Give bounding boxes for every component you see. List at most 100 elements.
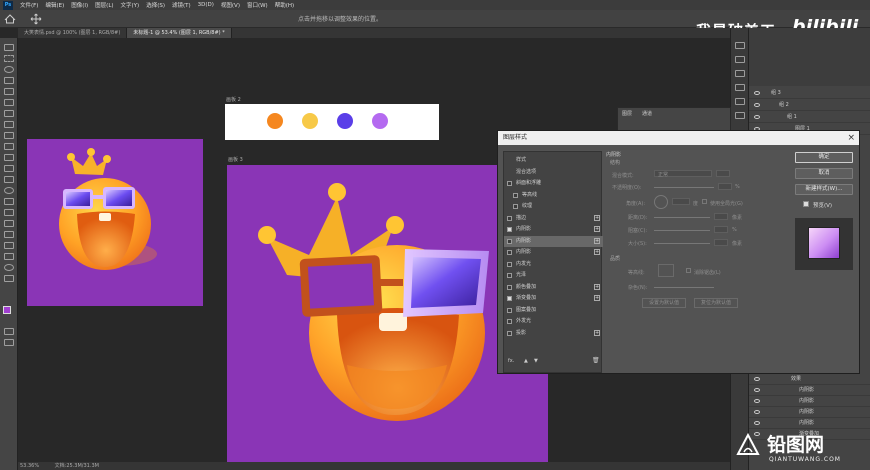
- effect-checkbox[interactable]: [507, 307, 512, 313]
- add-effect-icon[interactable]: +: [594, 295, 600, 301]
- effect-item[interactable]: 颜色叠加 +: [504, 282, 603, 293]
- effect-checkbox[interactable]: [507, 238, 512, 244]
- menu-view[interactable]: 视图(V): [221, 1, 240, 9]
- character-panel-icon[interactable]: [735, 112, 745, 119]
- effect-item[interactable]: 混合选项: [504, 167, 603, 178]
- history-panel-icon[interactable]: [735, 42, 745, 49]
- angle-input[interactable]: [672, 198, 690, 205]
- menu-file[interactable]: 文件(F): [20, 1, 38, 9]
- menu-help[interactable]: 帮助(H): [275, 1, 294, 9]
- tab-doc-1[interactable]: 大笑表情.psd @ 100% (图层 1, RGB/8#): [18, 28, 128, 38]
- menu-3d[interactable]: 3D(D): [198, 2, 214, 8]
- libraries-panel-icon[interactable]: [735, 84, 745, 91]
- effect-item[interactable]: 光泽: [504, 270, 603, 281]
- trash-icon[interactable]: 🗑: [592, 357, 600, 364]
- effect-checkbox[interactable]: [513, 204, 518, 209]
- quick-select-tool-icon[interactable]: [4, 77, 14, 84]
- zoom-tool-icon[interactable]: [4, 264, 14, 271]
- add-effect-icon[interactable]: +: [594, 214, 600, 221]
- contour-picker[interactable]: [658, 264, 674, 277]
- swatches-panel-icon[interactable]: [735, 98, 745, 105]
- size-input[interactable]: [714, 239, 728, 246]
- size-slider[interactable]: [654, 243, 710, 244]
- eye-icon[interactable]: [754, 103, 760, 107]
- noise-slider[interactable]: [654, 287, 714, 288]
- hand-tool-icon[interactable]: [4, 253, 14, 260]
- effect-checkbox[interactable]: [507, 296, 512, 301]
- effect-item[interactable]: 内发光: [504, 259, 603, 270]
- swatch-blue[interactable]: [337, 113, 353, 129]
- foreground-color-swatch[interactable]: [3, 306, 11, 314]
- choke-slider[interactable]: [654, 230, 710, 231]
- preview-checkbox[interactable]: [803, 201, 809, 207]
- stamp-tool-icon[interactable]: [4, 143, 14, 150]
- effect-checkbox[interactable]: [507, 181, 512, 186]
- distance-slider[interactable]: [654, 217, 710, 218]
- menu-select[interactable]: 选择(S): [146, 1, 165, 9]
- global-light-checkbox[interactable]: [702, 199, 707, 204]
- screen-mode-icon[interactable]: [4, 339, 14, 346]
- tab-channels[interactable]: 通道: [642, 110, 652, 117]
- lasso-tool-icon[interactable]: [4, 66, 14, 73]
- healing-tool-icon[interactable]: [4, 121, 14, 128]
- add-effect-icon[interactable]: +: [594, 329, 600, 336]
- angle-dial[interactable]: [654, 195, 668, 209]
- move-down-icon[interactable]: ▼: [534, 358, 538, 364]
- effect-item[interactable]: 斜面和浮雕: [504, 178, 603, 189]
- rectangle-tool-icon[interactable]: [4, 242, 14, 249]
- eye-icon[interactable]: [754, 91, 760, 95]
- move-tool-icon[interactable]: [28, 13, 44, 25]
- zoom-level[interactable]: 53.36%: [20, 463, 39, 469]
- distance-input[interactable]: [714, 213, 728, 220]
- close-icon[interactable]: ×: [847, 132, 855, 144]
- brush-tool-icon[interactable]: [4, 132, 14, 139]
- layer-fx-item[interactable]: 内阴影: [749, 407, 870, 418]
- type-tool-icon[interactable]: [4, 220, 14, 227]
- effect-item[interactable]: 内阴影 +: [504, 235, 603, 247]
- layer-row[interactable]: 组 1: [749, 112, 870, 123]
- layer-row[interactable]: 组 2: [749, 100, 870, 111]
- effect-item[interactable]: 渐变叠加 +: [504, 293, 603, 304]
- crop-tool-icon[interactable]: [4, 88, 14, 95]
- layer-row[interactable]: 组 3: [749, 88, 870, 99]
- effect-item[interactable]: 内阴影 +: [504, 224, 603, 235]
- add-effect-icon[interactable]: +: [594, 237, 600, 244]
- home-icon[interactable]: [3, 14, 17, 24]
- opacity-slider[interactable]: [654, 187, 714, 188]
- effect-item[interactable]: 纹理: [504, 201, 603, 212]
- effect-item[interactable]: 图案叠加: [504, 305, 603, 316]
- eye-icon[interactable]: [754, 399, 760, 403]
- add-effect-icon[interactable]: +: [594, 283, 600, 290]
- menu-filter[interactable]: 滤镜(T): [172, 1, 191, 9]
- add-effect-icon[interactable]: +: [594, 249, 600, 255]
- effect-checkbox[interactable]: [507, 273, 512, 278]
- blend-color-swatch[interactable]: [716, 170, 730, 177]
- dodge-tool-icon[interactable]: [4, 198, 14, 205]
- more-tools-icon[interactable]: [4, 275, 14, 282]
- eye-icon[interactable]: [754, 421, 760, 425]
- layer-fx-item[interactable]: 内阴影: [749, 396, 870, 407]
- new-style-button[interactable]: 新建样式(W)...: [795, 184, 853, 195]
- choke-input[interactable]: [714, 226, 728, 233]
- menu-type[interactable]: 文字(Y): [121, 1, 140, 9]
- reference-artboard[interactable]: [27, 139, 203, 306]
- frame-tool-icon[interactable]: [4, 99, 14, 106]
- ok-button[interactable]: 确定: [795, 152, 853, 163]
- effect-item[interactable]: 描边 +: [504, 213, 603, 224]
- history-brush-icon[interactable]: [4, 154, 14, 161]
- swatch-orange[interactable]: [267, 113, 283, 129]
- pen-tool-icon[interactable]: [4, 209, 14, 216]
- effect-checkbox[interactable]: [507, 227, 512, 232]
- effect-item[interactable]: 内阴影 +: [504, 247, 603, 258]
- photoshop-logo-icon[interactable]: Ps: [3, 0, 13, 10]
- reset-default-button[interactable]: 复位为默认值: [694, 298, 738, 308]
- eye-icon[interactable]: [754, 377, 760, 381]
- effect-item[interactable]: 投影 +: [504, 328, 603, 339]
- eye-icon[interactable]: [754, 115, 760, 119]
- marquee-tool-icon[interactable]: [4, 55, 14, 62]
- eye-icon[interactable]: [754, 410, 760, 414]
- blur-tool-icon[interactable]: [4, 187, 14, 194]
- menu-window[interactable]: 窗口(W): [247, 1, 268, 9]
- effect-item[interactable]: 等高线: [504, 190, 603, 201]
- effect-checkbox[interactable]: [507, 250, 512, 255]
